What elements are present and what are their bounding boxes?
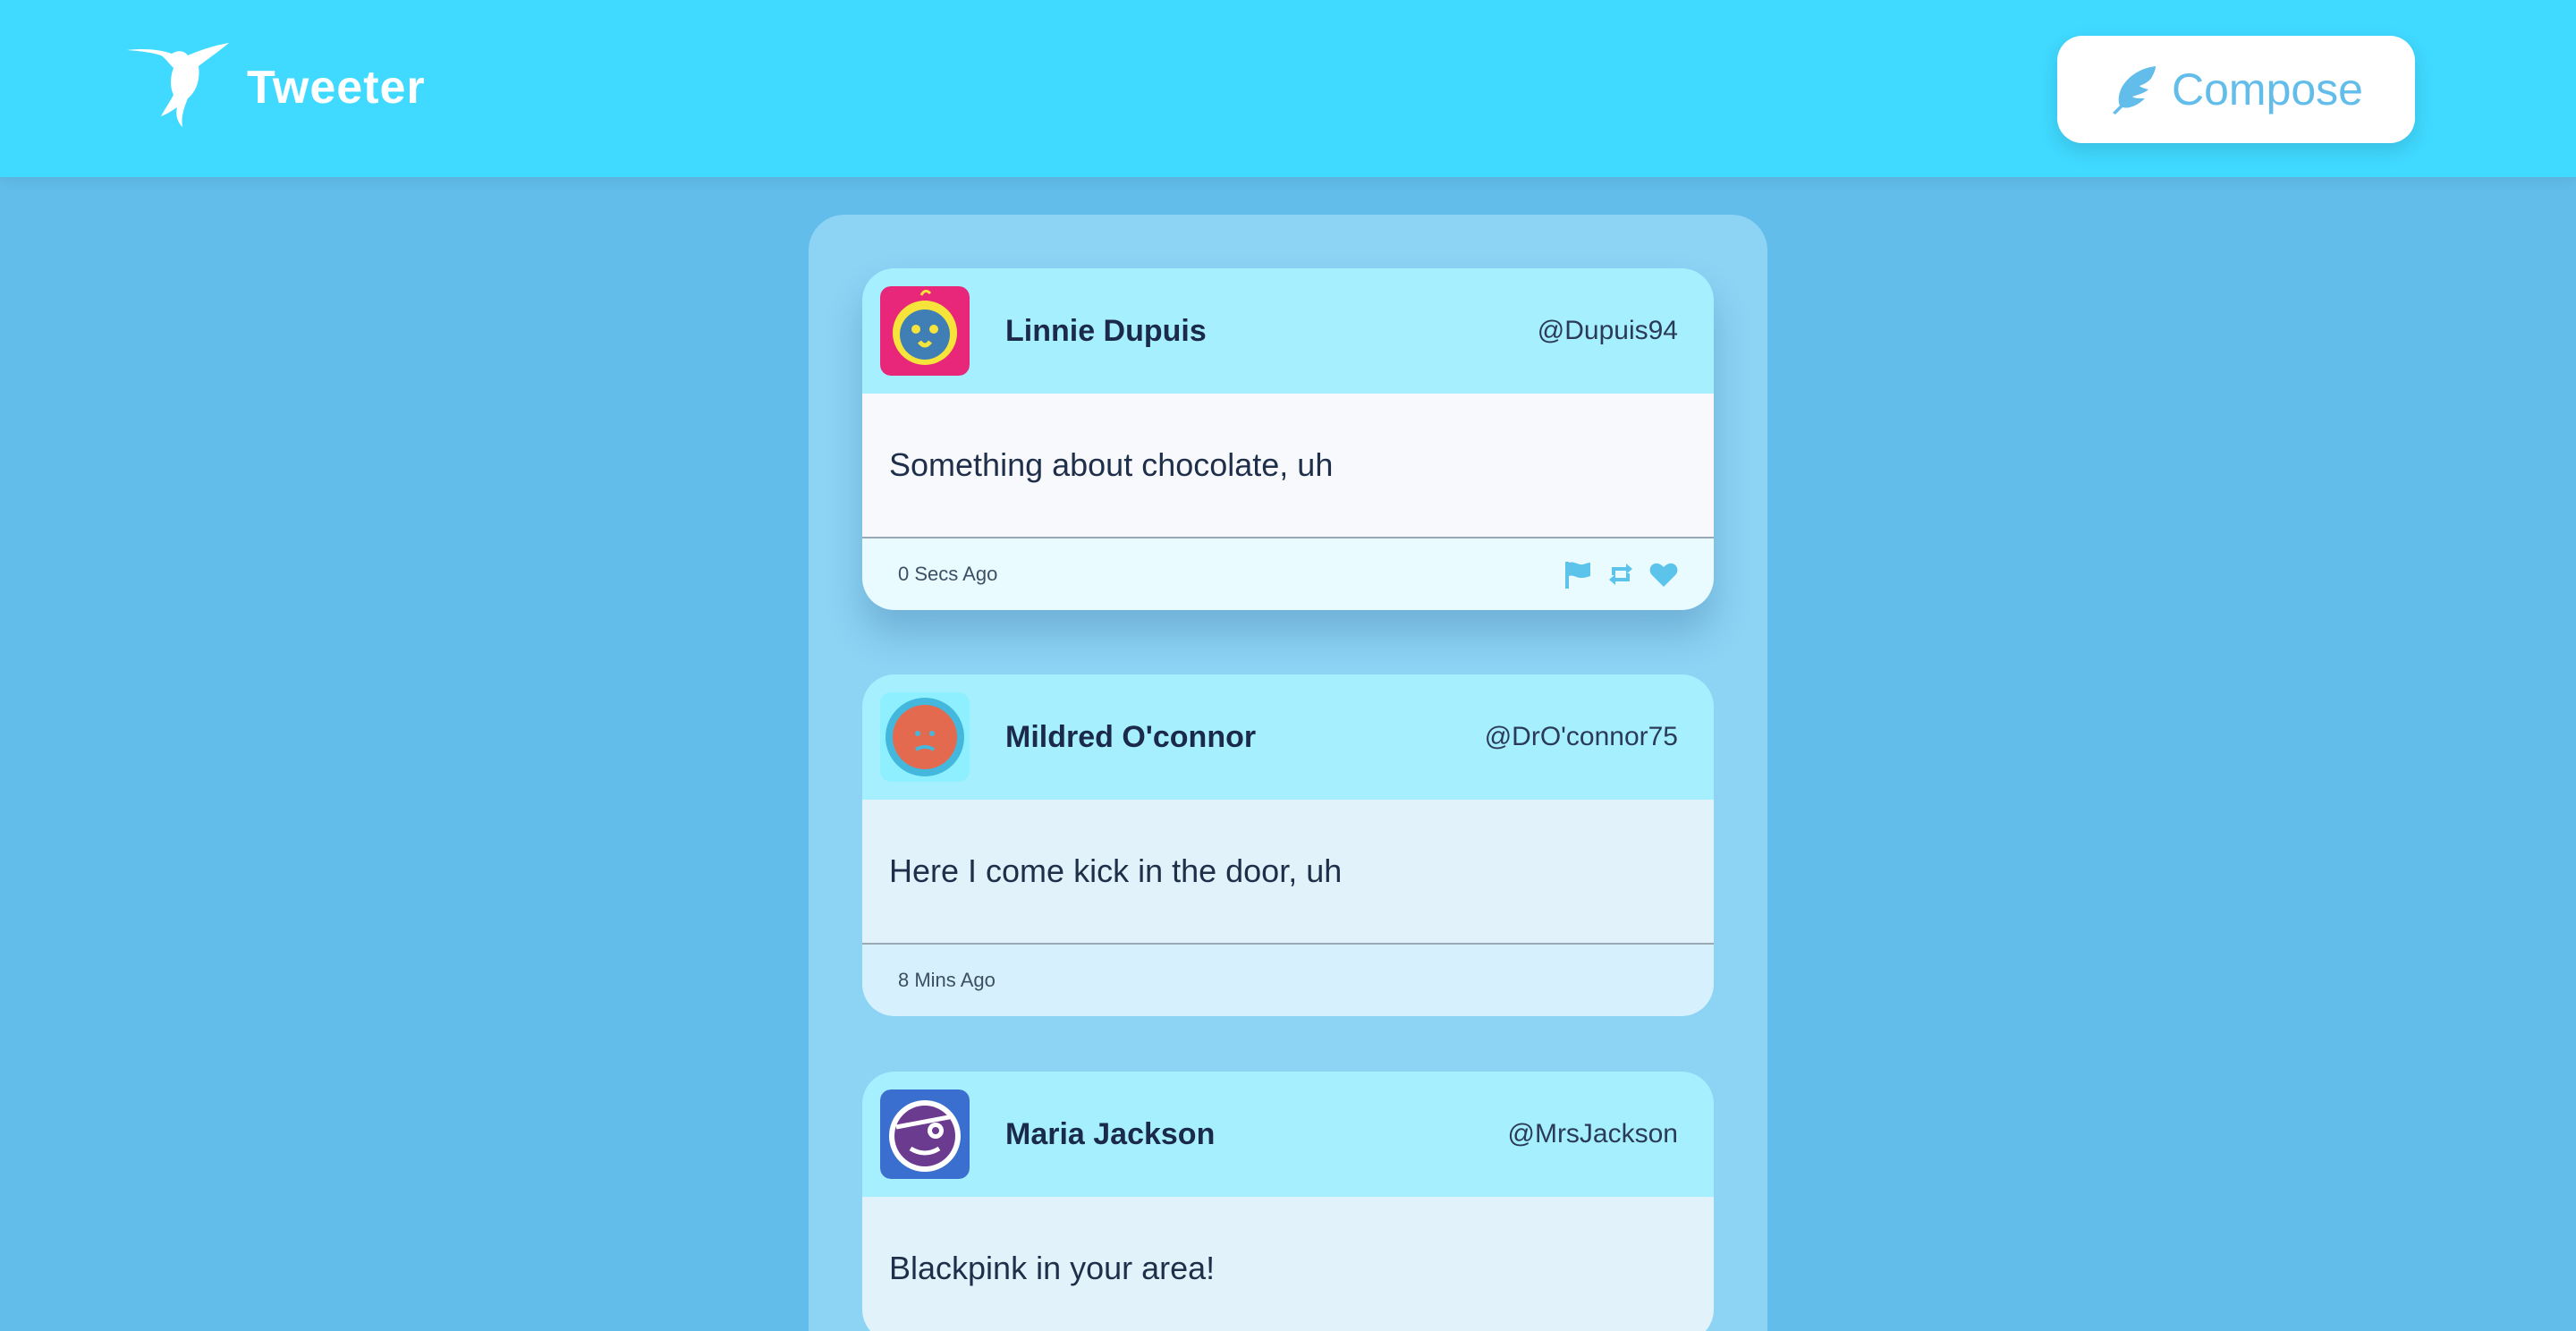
tweet-content: Blackpink in your area!	[862, 1197, 1714, 1331]
tweet-content: Here I come kick in the door, uh	[862, 800, 1714, 945]
orange-face-avatar-icon	[880, 692, 970, 782]
page: Tweeter Compose Linnie Dupuis @Dupuis94 …	[0, 0, 2576, 1331]
flag-icon[interactable]	[1562, 558, 1594, 590]
tweet-header: Linnie Dupuis @Dupuis94	[862, 268, 1714, 394]
hummingbird-icon	[127, 43, 229, 127]
tweet-footer: 0 Secs Ago	[862, 538, 1714, 610]
tweet-text: Blackpink in your area!	[889, 1250, 1216, 1286]
tweet-card[interactable]: Linnie Dupuis @Dupuis94 Something about …	[862, 268, 1714, 610]
tweet-content: Something about chocolate, uh	[862, 394, 1714, 538]
feather-icon	[2113, 66, 2156, 114]
tweet-card[interactable]: Mildred O'connor @DrO'connor75 Here I co…	[862, 674, 1714, 1016]
top-navigation-bar: Tweeter Compose	[0, 0, 2576, 177]
tweet-author-name[interactable]: Linnie Dupuis	[1005, 268, 1207, 394]
retweet-icon[interactable]	[1605, 558, 1637, 590]
compose-button[interactable]: Compose	[2057, 36, 2415, 143]
tweet-author-handle[interactable]: @DrO'connor75	[1485, 674, 1678, 800]
tweet-footer: 8 Mins Ago	[862, 945, 1714, 1016]
tweet-text: Something about chocolate, uh	[889, 446, 1334, 483]
tweet-text: Here I come kick in the door, uh	[889, 852, 1343, 889]
tweet-header: Maria Jackson @MrsJackson	[862, 1072, 1714, 1197]
tweet-header: Mildred O'connor @DrO'connor75	[862, 674, 1714, 800]
tweet-author-name[interactable]: Mildred O'connor	[1005, 674, 1256, 800]
tweet-timestamp: 0 Secs Ago	[898, 563, 998, 585]
heart-icon[interactable]	[1648, 558, 1680, 590]
compose-label: Compose	[2172, 64, 2363, 114]
tweet-card[interactable]: Maria Jackson @MrsJackson Blackpink in y…	[862, 1072, 1714, 1331]
cookie-face-avatar-icon	[880, 286, 970, 376]
tweet-actions	[1551, 558, 1680, 590]
pirate-face-avatar-icon	[880, 1089, 970, 1179]
brand[interactable]: Tweeter	[125, 43, 426, 132]
tweet-author-handle[interactable]: @Dupuis94	[1538, 268, 1678, 394]
tweet-feed: Linnie Dupuis @Dupuis94 Something about …	[809, 215, 1767, 1331]
tweet-author-name[interactable]: Maria Jackson	[1005, 1072, 1215, 1197]
tweet-author-handle[interactable]: @MrsJackson	[1508, 1072, 1679, 1197]
app-title: Tweeter	[247, 62, 426, 114]
tweet-timestamp: 8 Mins Ago	[898, 969, 996, 991]
